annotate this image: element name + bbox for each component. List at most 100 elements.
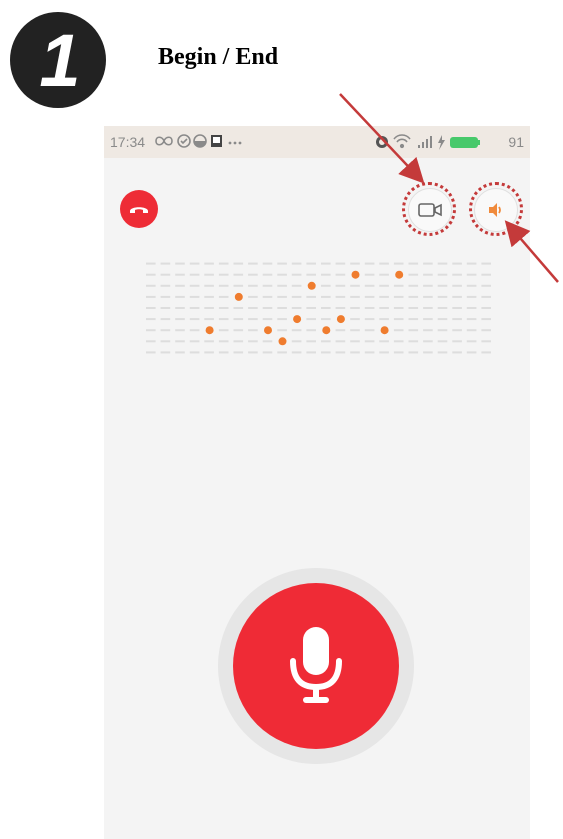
waveform-dot	[248, 340, 258, 343]
waveform-dot	[306, 262, 316, 265]
waveform-dot	[233, 262, 244, 265]
waveform-dot	[277, 262, 287, 265]
waveform-dot	[335, 273, 346, 276]
waveform-dot	[189, 273, 200, 276]
microphone-button[interactable]	[233, 583, 399, 749]
waveform-dot	[233, 340, 244, 343]
waveform-dot	[146, 351, 156, 354]
waveform-dot	[452, 295, 462, 298]
check-circle-icon	[177, 134, 191, 148]
signal-icon	[418, 136, 432, 148]
waveform-dot	[175, 351, 185, 354]
waveform-dot	[321, 262, 331, 265]
waveform-dot	[233, 351, 244, 354]
waveform-dot	[218, 262, 229, 265]
waveform-dot	[481, 262, 491, 265]
waveform-dot	[466, 295, 477, 298]
waveform-dot	[233, 273, 244, 276]
waveform-dot	[146, 295, 156, 298]
waveform-dot	[262, 284, 273, 287]
waveform-dot	[189, 307, 200, 309]
waveform-dot	[364, 307, 375, 309]
waveform-dot	[175, 262, 185, 265]
waveform-dot	[350, 262, 360, 265]
waveform-dot	[175, 307, 185, 309]
hangup-button[interactable]	[120, 190, 158, 228]
waveform-dot	[204, 295, 214, 298]
half-circle-icon	[193, 134, 207, 148]
waveform-dot	[423, 284, 433, 287]
waveform-dot	[306, 318, 316, 321]
waveform-dot	[393, 284, 404, 287]
waveform-dot	[379, 351, 389, 354]
waveform-dot	[466, 340, 477, 343]
waveform-dot	[306, 351, 316, 354]
speaker-button-highlight	[469, 182, 523, 236]
waveform-dot	[204, 273, 214, 276]
waveform-dot	[452, 329, 462, 332]
waveform-active-dot	[293, 315, 302, 324]
waveform-dot	[466, 262, 477, 265]
microphone-icon	[290, 627, 342, 703]
waveform-dot	[189, 318, 200, 321]
waveform-dot	[218, 329, 229, 332]
waveform-dot	[364, 273, 375, 276]
phone-screen: 17:34 91	[104, 126, 530, 839]
waveform-dot	[277, 273, 287, 276]
waveform-dot	[160, 318, 171, 321]
waveform-active-dot	[322, 326, 331, 335]
waveform-dot	[204, 284, 214, 287]
waveform-dot	[233, 284, 244, 287]
waveform-dot	[321, 295, 331, 298]
waveform-dot	[306, 273, 316, 276]
waveform-dot	[204, 262, 214, 265]
waveform-dot	[248, 273, 258, 276]
step-number-badge: 1	[6, 8, 110, 112]
status-right-icons	[374, 131, 524, 153]
waveform-dot	[379, 307, 389, 309]
waveform-dot	[335, 340, 346, 343]
waveform-dot	[408, 329, 419, 332]
waveform-dot	[481, 329, 491, 332]
waveform-dot	[364, 340, 375, 343]
waveform-dot	[248, 262, 258, 265]
waveform-active-dot	[234, 292, 243, 301]
waveform-dot	[452, 273, 462, 276]
waveform-active-dot	[395, 270, 404, 279]
waveform-dot	[379, 295, 389, 298]
waveform-dot	[160, 262, 171, 265]
waveform-dot	[350, 329, 360, 332]
waveform-dot	[160, 284, 171, 287]
waveform-dot	[189, 351, 200, 354]
waveform-dot	[321, 351, 331, 354]
waveform-dot	[160, 351, 171, 354]
waveform-dot	[321, 318, 331, 321]
waveform-dot	[393, 318, 404, 321]
waveform-dot	[466, 329, 477, 332]
waveform-dot	[379, 284, 389, 287]
waveform-dot	[437, 262, 448, 265]
waveform-dot	[423, 318, 433, 321]
waveform-dot	[393, 307, 404, 309]
waveform-dot	[423, 295, 433, 298]
status-bar: 17:34 91	[104, 126, 530, 158]
waveform-dot	[321, 340, 331, 343]
waveform-dot	[364, 262, 375, 265]
waveform-dot	[160, 295, 171, 298]
waveform-dot	[452, 284, 462, 287]
waveform-dot	[218, 307, 229, 309]
waveform-dot	[437, 284, 448, 287]
waveform-dot	[452, 318, 462, 321]
waveform-dot	[189, 284, 200, 287]
waveform-dot	[291, 295, 302, 298]
mic-button-ring	[218, 568, 414, 764]
charging-icon	[438, 135, 445, 150]
status-time: 17:34	[110, 134, 146, 150]
waveform-dot	[291, 284, 302, 287]
waveform-dot	[481, 351, 491, 354]
waveform-dot	[262, 351, 273, 354]
waveform-dot	[393, 262, 404, 265]
waveform-dot	[408, 295, 419, 298]
waveform-dot	[481, 340, 491, 343]
waveform-dot	[379, 318, 389, 321]
